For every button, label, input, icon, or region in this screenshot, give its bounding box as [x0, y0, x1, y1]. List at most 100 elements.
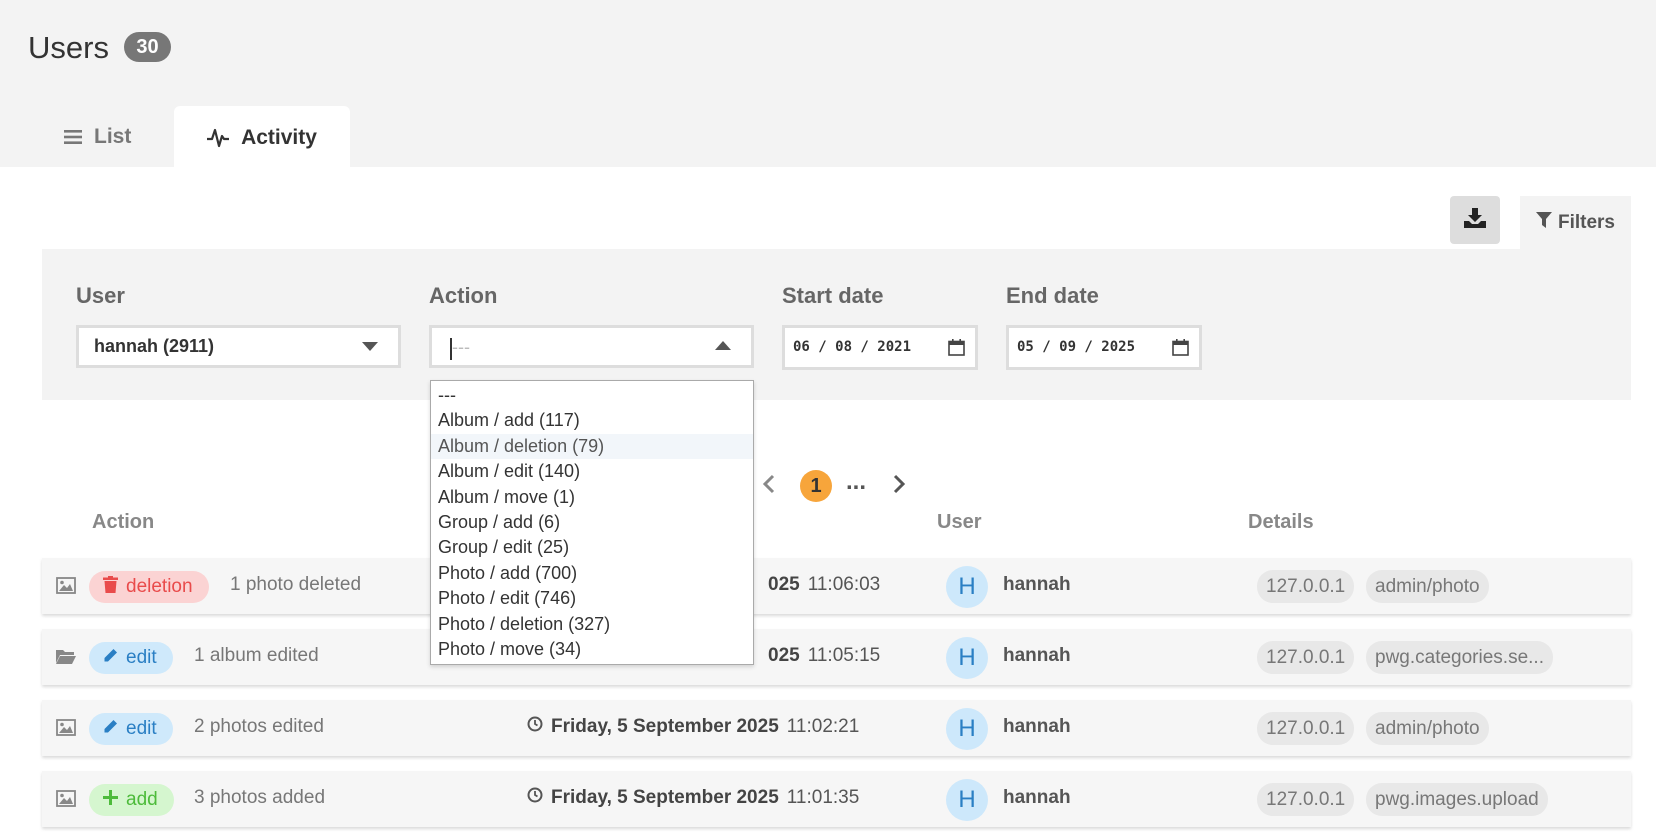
- pencil-icon: [103, 718, 118, 740]
- action-datetime: Friday, 5 September 2025 11:01:35: [527, 787, 859, 809]
- table-row: add 3 photos added Friday, 5 September 2…: [42, 771, 1631, 827]
- ip-address: 127.0.0.1: [1257, 570, 1355, 603]
- chevron-left-icon[interactable]: [762, 474, 776, 499]
- list-icon: [64, 129, 82, 145]
- download-icon: [1464, 207, 1486, 233]
- action-time: 11:05:15: [807, 645, 881, 666]
- action-badge: deletion: [89, 571, 209, 603]
- folder-icon: [56, 648, 76, 669]
- tab-activity[interactable]: Activity: [174, 106, 350, 167]
- action-date: 025: [768, 645, 800, 666]
- action-option[interactable]: Photo / edit (746): [431, 586, 753, 611]
- action-summary: 2 photos edited: [194, 716, 324, 737]
- action-datetime: Friday, 5 September 2025 11:02:21: [527, 716, 859, 738]
- activity-icon: [207, 128, 230, 148]
- action-badge: edit: [89, 713, 173, 745]
- page-current[interactable]: 1: [800, 470, 832, 502]
- avatar: H: [946, 637, 988, 679]
- plus-icon: [103, 789, 118, 811]
- end-date-label: End date: [1006, 283, 1099, 308]
- chevron-right-icon[interactable]: [892, 474, 906, 499]
- image-icon: [56, 577, 76, 599]
- start-date-input[interactable]: 06 / 08 / 2021: [782, 325, 978, 370]
- username[interactable]: hannah: [1003, 716, 1071, 738]
- action-badge-label: deletion: [126, 576, 193, 597]
- end-date-input[interactable]: 05 / 09 / 2025: [1006, 325, 1202, 370]
- action-summary: 3 photos added: [194, 787, 326, 808]
- action-option[interactable]: Photo / add (700): [431, 561, 753, 586]
- detail-page: admin/photo: [1366, 570, 1489, 603]
- action-option[interactable]: Photo / move (34): [431, 637, 753, 662]
- user-select-value: hannah (2911): [94, 336, 215, 356]
- calendar-icon[interactable]: [1172, 339, 1189, 361]
- user-filter-label: User: [76, 283, 125, 308]
- action-select[interactable]: ---: [429, 325, 754, 368]
- start-date-label: Start date: [782, 283, 884, 308]
- action-date: Friday, 5 September 2025: [551, 787, 779, 808]
- action-option[interactable]: Album / add (117): [431, 408, 753, 433]
- page-title: Users: [28, 30, 109, 65]
- filters-label: Filters: [1557, 212, 1616, 233]
- avatar: H: [946, 566, 988, 608]
- action-badge: edit: [89, 642, 173, 674]
- action-dropdown-list: --- Album / add (117) Album / deletion (…: [430, 380, 754, 665]
- download-button[interactable]: [1450, 196, 1500, 244]
- action-badge: add: [89, 784, 174, 816]
- chevron-up-icon: [715, 341, 731, 350]
- table-row: deletion 1 photo deleted 025 11:06:03 H …: [42, 558, 1631, 614]
- tab-list[interactable]: List: [64, 106, 131, 167]
- detail-page: admin/photo: [1366, 712, 1489, 745]
- action-option-highlighted[interactable]: Album / deletion (79): [431, 433, 753, 460]
- ip-address: 127.0.0.1: [1257, 712, 1355, 745]
- ip-address: 127.0.0.1: [1257, 641, 1355, 674]
- action-option[interactable]: Album / move (1): [431, 485, 753, 510]
- table-row: edit 2 photos edited Friday, 5 September…: [42, 700, 1631, 756]
- username[interactable]: hannah: [1003, 645, 1071, 667]
- detail-page: pwg.categories.se...: [1366, 641, 1553, 674]
- end-date-value: 05 / 09 / 2025: [1017, 339, 1136, 355]
- filters-toggle[interactable]: Filters: [1520, 196, 1631, 250]
- action-datetime: 025 11:05:15: [768, 645, 880, 667]
- ip-address: 127.0.0.1: [1257, 783, 1355, 816]
- page-ellipsis[interactable]: ...: [846, 468, 866, 496]
- table-row: edit 1 album edited 025 11:05:15 H hanna…: [42, 629, 1631, 685]
- action-filter-label: Action: [429, 283, 498, 308]
- action-option[interactable]: Album / edit (140): [431, 459, 753, 484]
- trash-icon: [103, 575, 118, 599]
- tab-list-label: List: [94, 124, 132, 148]
- filter-icon: [1535, 212, 1552, 234]
- action-time: 11:01:35: [786, 787, 860, 808]
- avatar: H: [946, 779, 988, 821]
- avatar: H: [946, 708, 988, 750]
- user-select[interactable]: hannah (2911): [76, 325, 401, 368]
- action-date: Friday, 5 September 2025: [551, 716, 779, 737]
- user-count-badge: 30: [124, 32, 171, 62]
- tab-activity-label: Activity: [241, 125, 317, 149]
- image-icon: [56, 790, 76, 812]
- column-header-user: User: [937, 511, 982, 533]
- image-icon: [56, 719, 76, 741]
- pencil-icon: [103, 647, 118, 669]
- action-date: 025: [768, 574, 800, 595]
- calendar-icon[interactable]: [948, 339, 965, 361]
- action-option[interactable]: Group / edit (25): [431, 535, 753, 560]
- clock-icon: [527, 787, 543, 809]
- action-time: 11:06:03: [807, 574, 881, 595]
- username[interactable]: hannah: [1003, 787, 1071, 809]
- column-header-details: Details: [1248, 511, 1314, 533]
- start-date-value: 06 / 08 / 2021: [793, 339, 912, 355]
- action-summary: 1 album edited: [194, 645, 319, 666]
- action-option[interactable]: ---: [431, 383, 753, 408]
- action-select-placeholder: ---: [452, 337, 470, 357]
- username[interactable]: hannah: [1003, 574, 1071, 596]
- action-badge-label: add: [126, 789, 158, 810]
- detail-page: pwg.images.upload: [1366, 783, 1548, 816]
- action-option[interactable]: Group / add (6): [431, 510, 753, 535]
- action-option[interactable]: Photo / deletion (327): [431, 612, 753, 637]
- column-header-action: Action: [92, 511, 155, 533]
- page-header: Users 30 List Activity: [0, 0, 1656, 167]
- action-badge-label: edit: [126, 718, 157, 739]
- action-summary: 1 photo deleted: [230, 574, 362, 595]
- action-datetime: 025 11:06:03: [768, 574, 880, 596]
- action-badge-label: edit: [126, 647, 157, 668]
